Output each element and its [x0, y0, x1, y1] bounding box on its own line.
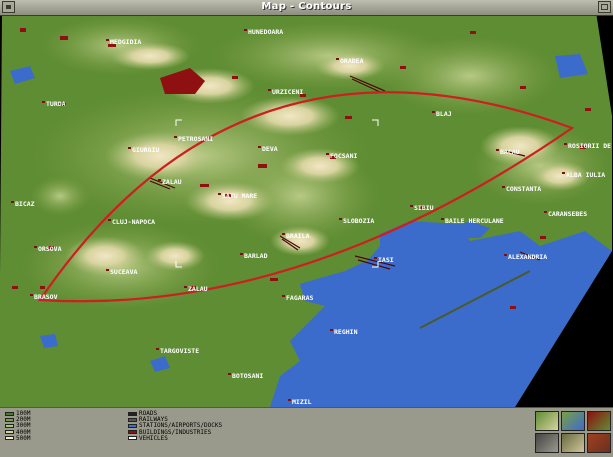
town-marker	[158, 179, 161, 181]
town-label[interactable]: PETROSANI	[178, 135, 213, 143]
town-label[interactable]: FAGARAS	[286, 294, 313, 302]
town-label[interactable]: MIZIL	[292, 398, 312, 406]
town-marker	[282, 233, 285, 235]
town-marker	[42, 101, 45, 103]
town-label[interactable]: URZICENI	[272, 88, 303, 96]
town-marker	[108, 219, 111, 221]
map-window: Map - Contours MEDGIDIA HUNEDOARA ORADEA…	[0, 0, 613, 457]
town-label[interactable]: BOTOSANI	[232, 372, 263, 380]
feature-legend-label: VEHICLES	[139, 434, 168, 442]
title-bar[interactable]: Map - Contours	[0, 0, 613, 16]
town-marker	[244, 29, 247, 31]
town-marker	[184, 286, 187, 288]
town-label[interactable]: CARANSEBES	[548, 210, 587, 218]
town-label[interactable]: BARLAD	[244, 252, 268, 260]
town-marker	[106, 269, 109, 271]
town-marker	[562, 172, 565, 174]
contour-legend-swatch	[5, 430, 14, 435]
legend-panel: 100M 200M 300M 400M 500M ROADS RAILWAYS STATIO…	[0, 407, 613, 457]
town-marker	[374, 257, 377, 259]
town-marker	[174, 136, 177, 138]
town-marker	[218, 193, 221, 195]
town-label[interactable]: SLOBOZIA	[343, 217, 374, 225]
town-marker	[504, 254, 507, 256]
town-marker	[11, 201, 14, 203]
contour-legend-label: 500M	[16, 434, 31, 442]
town-marker	[258, 146, 261, 148]
town-label[interactable]: ALBA IULIA	[566, 171, 605, 179]
map-view[interactable]: MEDGIDIA HUNEDOARA ORADEA TURDA URZICENI BLAJ…	[0, 16, 613, 407]
town-marker	[34, 246, 37, 248]
town-marker	[128, 147, 131, 149]
contour-legend-swatch	[5, 417, 14, 422]
map-canvas[interactable]: MEDGIDIA HUNEDOARA ORADEA TURDA URZICENI BLAJ…	[0, 16, 613, 407]
town-marker	[410, 205, 413, 207]
town-label[interactable]: CLUJ-NAPOCA	[112, 218, 155, 226]
feature-legend-swatch	[128, 423, 137, 428]
town-label[interactable]: BRASOV	[34, 293, 58, 301]
town-button[interactable]	[561, 433, 585, 453]
feature-legend-swatch	[128, 417, 137, 422]
town-label[interactable]: ZALAU	[162, 178, 182, 186]
town-label[interactable]: ROSIORII DE VEDE	[568, 142, 613, 150]
town-marker	[432, 111, 435, 113]
town-label[interactable]: TURDA	[46, 100, 66, 108]
town-label[interactable]: BACAU	[500, 148, 520, 156]
town-marker	[30, 294, 33, 296]
town-marker	[336, 58, 339, 60]
contours-button[interactable]	[561, 411, 585, 431]
player-button[interactable]	[587, 433, 611, 453]
terrain-button[interactable]	[535, 411, 559, 431]
town-label[interactable]: SUCEAVA	[110, 268, 137, 276]
town-marker	[441, 218, 444, 220]
town-label[interactable]: HUNEDOARA	[248, 28, 283, 36]
town-marker	[156, 348, 159, 350]
feature-legend-swatch	[128, 436, 137, 441]
resize-button[interactable]	[598, 1, 611, 13]
town-label[interactable]: ALEXANDRIA	[508, 253, 547, 261]
town-marker	[288, 399, 291, 401]
town-label[interactable]: TARGOVISTE	[160, 347, 199, 355]
town-label[interactable]: MEDGIDIA	[110, 38, 141, 46]
contour-legend-item: 500M	[5, 434, 31, 442]
map-mode-buttons	[535, 411, 611, 455]
town-label[interactable]: CONSTANTA	[506, 185, 541, 193]
contour-legend-swatch	[5, 436, 14, 441]
town-marker	[496, 149, 499, 151]
town-label[interactable]: ZALAU	[188, 285, 208, 293]
industry-button[interactable]	[587, 411, 611, 431]
feature-legend-item: VEHICLES	[128, 434, 168, 442]
town-marker	[339, 218, 342, 220]
town-marker	[326, 153, 329, 155]
town-marker	[240, 253, 243, 255]
contour-legend-swatch	[5, 411, 14, 416]
town-marker	[544, 211, 547, 213]
town-label[interactable]: DEVA	[262, 145, 278, 153]
town-label[interactable]: BICAZ	[15, 200, 35, 208]
window-title: Map - Contours	[261, 1, 352, 12]
town-label[interactable]: SATU MARE	[222, 192, 257, 200]
town-label[interactable]: ORSOVA	[38, 245, 62, 253]
vehicles-button[interactable]	[535, 433, 559, 453]
town-marker	[330, 329, 333, 331]
feature-legend-swatch	[128, 430, 137, 435]
town-marker	[564, 143, 567, 145]
town-label[interactable]: FOCSANI	[330, 152, 357, 160]
town-label[interactable]: BLAJ	[436, 110, 452, 118]
feature-legend-swatch	[128, 411, 137, 416]
town-marker	[268, 89, 271, 91]
town-marker	[228, 373, 231, 375]
town-marker	[502, 186, 505, 188]
town-label[interactable]: GIURGIU	[132, 146, 159, 154]
town-marker	[106, 39, 109, 41]
town-label[interactable]: REGHIN	[334, 328, 358, 336]
town-label[interactable]: ORADEA	[340, 57, 364, 65]
town-label[interactable]: IASI	[378, 256, 394, 264]
town-label[interactable]: BAILE HERCULANE	[445, 217, 504, 225]
town-label[interactable]: SIBIU	[414, 204, 434, 212]
town-marker	[282, 295, 285, 297]
contour-legend-swatch	[5, 423, 14, 428]
town-label[interactable]: BRAILA	[286, 232, 310, 240]
